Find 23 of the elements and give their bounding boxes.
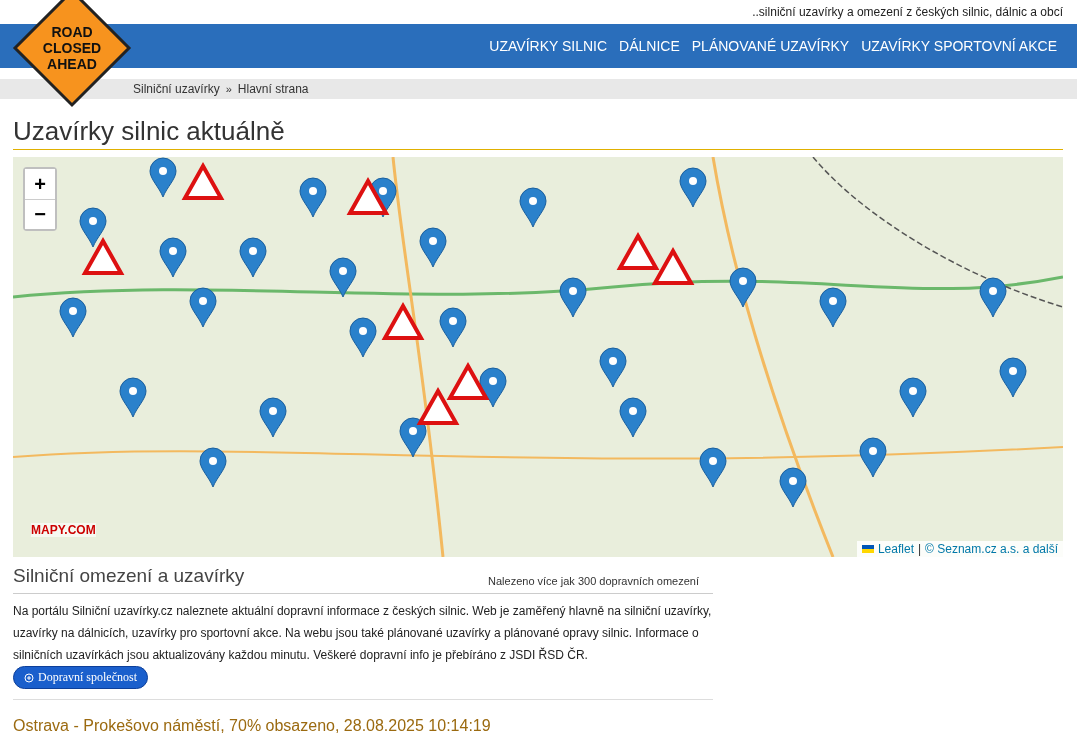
company-button[interactable]: Dopravní společnost xyxy=(13,666,148,689)
map-brand-logo[interactable]: MAPY.COM xyxy=(31,523,96,537)
plus-circle-icon xyxy=(24,672,34,683)
leaflet-link[interactable]: Leaflet xyxy=(877,542,914,556)
zoom-out-button[interactable]: − xyxy=(25,199,55,229)
nav-link[interactable]: UZAVÍRKY SILNIC xyxy=(489,38,608,54)
closure-count: Nalezeno více jak 300 dopravních omezení xyxy=(488,575,699,587)
parking-status: Ostrava - Prokešovo náměstí, 70% obsazeno, 28.08.2025 10:14:19 xyxy=(13,699,713,735)
attribution-separator: | xyxy=(917,542,922,556)
attribution-link[interactable]: © Seznam.cz a.s. a další xyxy=(925,542,1058,556)
page-title: Uzavírky silnic aktuálně xyxy=(13,114,1063,150)
breadcrumb-separator: » xyxy=(225,83,232,95)
breadcrumb-link[interactable]: Silniční uzavírky xyxy=(133,82,220,96)
map-placeholder[interactable]: + − MAPY.COM Leaflet | © Seznam.cz a.s. a další xyxy=(13,157,1063,557)
section-heading: Silniční omezení a uzavírky xyxy=(13,565,245,587)
nav-link[interactable]: UZAVÍRKY SPORTOVNÍ AKCE xyxy=(861,38,1057,54)
site-tagline: ..silniční uzavírky a omezení z českých silnic, dálnic a obcí xyxy=(752,5,1063,19)
flag-icon xyxy=(861,545,874,553)
nav-link[interactable]: DÁLNICE xyxy=(619,38,680,54)
nav-link[interactable]: PLÁNOVANÉ UZAVÍRKY xyxy=(691,38,850,54)
breadcrumb-link[interactable]: Hlavní strana xyxy=(237,82,309,96)
intro-paragraph: Na portálu Silniční uzavírky.cz naleznete aktuální dopravní informace z českých silnic. Web je zaměřený hlavně na silniční uzavírky, uzavírky na dálnicích, uzavírky pro sportovní akce. Na webu jsou také plánované uzavírky a plánované opravy silnic. Informace o silničních uzavírkách jsou aktualizovány každou minutu. Veškeré dopravní info je přebíráno z JSDI ŘSD ČR. xyxy=(13,603,713,664)
road-closed-logo[interactable]: ROAD CLOSED AHEAD xyxy=(12,0,132,108)
